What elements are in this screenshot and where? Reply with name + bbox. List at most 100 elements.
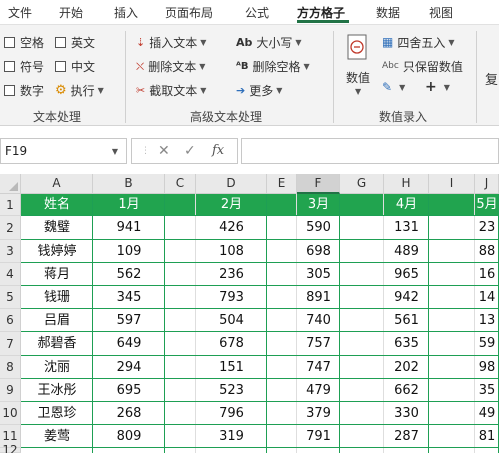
table-cell[interactable]: 98 xyxy=(475,356,499,379)
table-cell[interactable]: 姜莺 xyxy=(21,425,93,448)
table-cell[interactable]: 81 xyxy=(475,425,499,448)
table-cell[interactable]: 钱婷婷 xyxy=(21,240,93,263)
table-cell[interactable]: 523 xyxy=(196,379,267,402)
cancel-icon[interactable]: ✕ xyxy=(158,143,170,159)
insert-text-button[interactable]: ⇣ 插入文本 ▼ xyxy=(136,34,206,51)
table-cell[interactable]: 109 xyxy=(93,240,165,263)
table-cell[interactable]: 793 xyxy=(196,286,267,309)
header-cell[interactable]: 5月 xyxy=(475,194,499,216)
column-header-a[interactable]: A xyxy=(21,174,93,194)
table-cell[interactable]: 202 xyxy=(384,356,429,379)
table-cell[interactable]: 504 xyxy=(196,309,267,332)
table-cell[interactable]: 16 xyxy=(475,263,499,286)
table-cell[interactable]: 13 xyxy=(475,309,499,332)
delete-text-button[interactable]: ⛌ 删除文本 ▼ xyxy=(136,58,205,75)
table-cell[interactable]: 479 xyxy=(297,379,340,402)
case-button[interactable]: Ab 大小写 ▼ xyxy=(236,34,302,51)
table-cell[interactable]: 319 xyxy=(196,425,267,448)
table-cell[interactable]: 王冰彤 xyxy=(21,379,93,402)
checkbox-symbol[interactable]: 符号 xyxy=(4,58,44,75)
row-header-2[interactable]: 2 xyxy=(0,216,21,240)
table-cell[interactable]: 489 xyxy=(384,240,429,263)
table-cell[interactable]: 287 xyxy=(384,425,429,448)
column-header-j[interactable]: J xyxy=(475,174,499,194)
column-header-g[interactable]: G xyxy=(340,174,384,194)
table-cell[interactable]: 698 xyxy=(297,240,340,263)
table-cell[interactable]: 678 xyxy=(196,332,267,356)
more-button[interactable]: ➔ 更多 ▼ xyxy=(236,82,282,99)
header-cell[interactable]: 姓名 xyxy=(21,194,93,216)
table-cell[interactable]: 891 xyxy=(297,286,340,309)
add-entry-button[interactable]: + ▼ xyxy=(425,80,450,94)
tab-home[interactable]: 开始 xyxy=(59,4,83,21)
header-cell[interactable]: 3月 xyxy=(297,194,340,216)
row-header-9[interactable]: 9 xyxy=(0,379,21,402)
name-box[interactable]: F19 ▼ xyxy=(0,138,127,164)
edit-entry-button[interactable]: ✎ ▼ xyxy=(382,81,405,93)
table-cell[interactable]: 294 xyxy=(93,356,165,379)
table-cell[interactable]: 662 xyxy=(384,379,429,402)
row-header-10[interactable]: 10 xyxy=(0,402,21,425)
partial-button[interactable]: 复 xyxy=(485,69,498,88)
round-button[interactable]: ▦ 四舍五入 ▼ xyxy=(382,34,455,51)
table-cell[interactable]: 740 xyxy=(297,309,340,332)
table-cell[interactable]: 635 xyxy=(384,332,429,356)
tab-data[interactable]: 数据 xyxy=(376,4,400,21)
column-header-e[interactable]: E xyxy=(267,174,297,194)
row-header-6[interactable]: 6 xyxy=(0,309,21,332)
column-header-c[interactable]: C xyxy=(165,174,196,194)
checkbox-number[interactable]: 数字 xyxy=(4,82,44,99)
table-cell[interactable]: 14 xyxy=(475,286,499,309)
confirm-icon[interactable]: ✓ xyxy=(184,143,196,159)
tab-fangfang[interactable]: 方方格子 xyxy=(297,4,345,21)
table-cell[interactable]: 钱珊 xyxy=(21,286,93,309)
table-cell[interactable]: 郝碧香 xyxy=(21,332,93,356)
table-cell[interactable]: 蒋月 xyxy=(21,263,93,286)
execute-button[interactable]: ⚙ 执行 ▼ xyxy=(55,82,104,99)
header-cell[interactable]: 1月 xyxy=(93,194,165,216)
extract-text-button[interactable]: ✂ 截取文本 ▼ xyxy=(136,82,206,99)
table-cell[interactable]: 562 xyxy=(93,263,165,286)
table-cell[interactable]: 330 xyxy=(384,402,429,425)
table-cell[interactable]: 796 xyxy=(196,402,267,425)
table-cell[interactable]: 49 xyxy=(475,402,499,425)
table-cell[interactable]: 236 xyxy=(196,263,267,286)
tab-page-layout[interactable]: 页面布局 xyxy=(165,4,213,21)
row-header-1[interactable]: 1 xyxy=(0,194,21,216)
function-icon[interactable]: fx xyxy=(212,143,224,158)
row-header-4[interactable]: 4 xyxy=(0,263,21,286)
table-cell[interactable]: 魏璧 xyxy=(21,216,93,240)
column-header-f[interactable]: F xyxy=(297,174,340,194)
table-cell[interactable]: 305 xyxy=(297,263,340,286)
table-cell[interactable]: 沈丽 xyxy=(21,356,93,379)
table-cell[interactable]: 23 xyxy=(475,216,499,240)
table-cell[interactable]: 747 xyxy=(297,356,340,379)
table-cell[interactable]: 吕眉 xyxy=(21,309,93,332)
table-cell[interactable]: 345 xyxy=(93,286,165,309)
row-header-12[interactable]: 12 xyxy=(0,444,21,453)
column-header-d[interactable]: D xyxy=(196,174,267,194)
table-cell[interactable]: 791 xyxy=(297,425,340,448)
tab-file[interactable]: 文件 xyxy=(8,4,32,21)
table-cell[interactable]: 695 xyxy=(93,379,165,402)
header-cell[interactable]: 2月 xyxy=(196,194,267,216)
tab-insert[interactable]: 插入 xyxy=(114,4,138,21)
table-cell[interactable]: 88 xyxy=(475,240,499,263)
table-cell[interactable]: 131 xyxy=(384,216,429,240)
table-cell[interactable]: 965 xyxy=(384,263,429,286)
tab-view[interactable]: 视图 xyxy=(429,4,453,21)
table-cell[interactable]: 597 xyxy=(93,309,165,332)
table-cell[interactable]: 942 xyxy=(384,286,429,309)
row-header-5[interactable]: 5 xyxy=(0,286,21,309)
row-header-7[interactable]: 7 xyxy=(0,332,21,356)
table-cell[interactable]: 757 xyxy=(297,332,340,356)
table-cell[interactable]: 108 xyxy=(196,240,267,263)
table-cell[interactable]: 426 xyxy=(196,216,267,240)
header-cell[interactable]: 4月 xyxy=(384,194,429,216)
column-header-h[interactable]: H xyxy=(384,174,429,194)
table-cell[interactable]: 268 xyxy=(93,402,165,425)
keep-value-button[interactable]: Abc 只保留数值 xyxy=(382,58,463,75)
table-cell[interactable]: 35 xyxy=(475,379,499,402)
chevron-down-icon[interactable]: ▼ xyxy=(112,147,118,156)
delete-spaces-button[interactable]: ᴬB 删除空格 ▼ xyxy=(236,58,310,75)
